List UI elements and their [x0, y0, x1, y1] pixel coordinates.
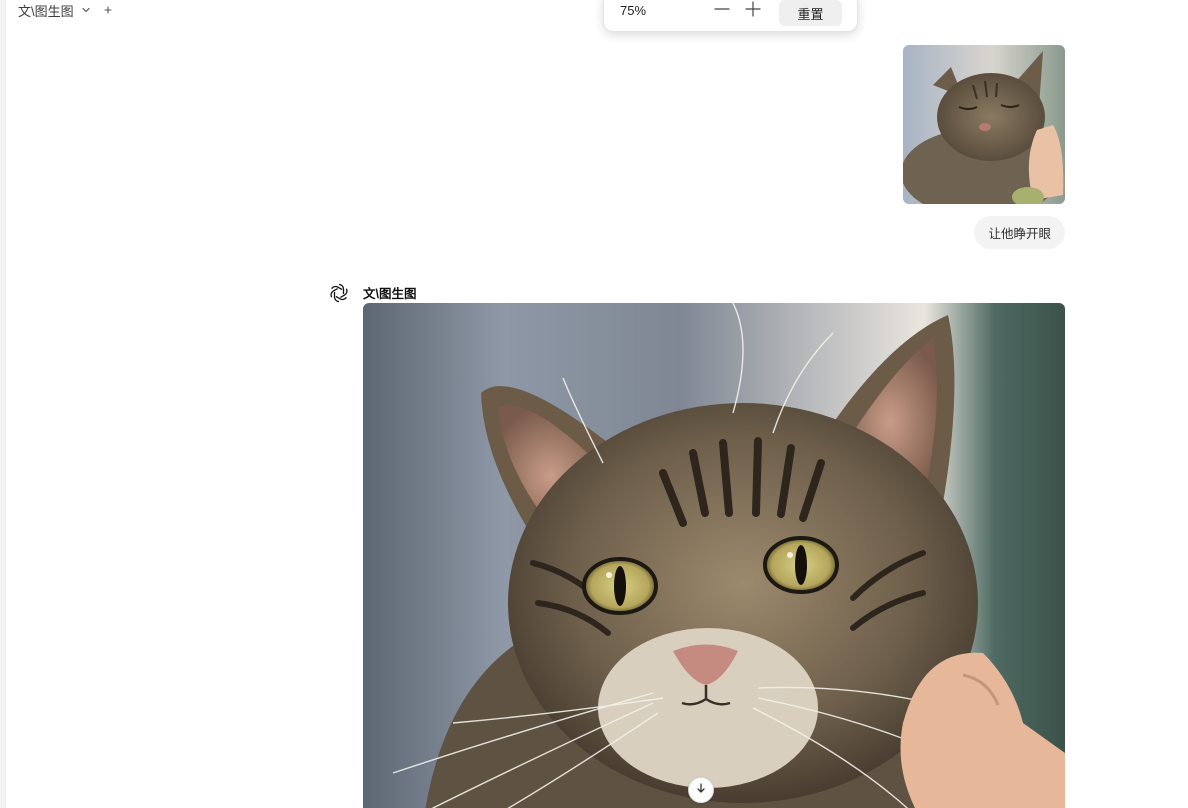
zoom-level: 75% — [620, 3, 647, 18]
user-message-bubble: 让他睁开眼 — [974, 216, 1065, 249]
arrow-down-icon — [695, 781, 707, 799]
generated-image[interactable] — [363, 303, 1065, 808]
sleeping-cat-image — [903, 45, 1065, 204]
zoom-popover: 75% 重置 — [603, 0, 858, 32]
minus-icon[interactable] — [714, 1, 730, 17]
zoom-reset-button[interactable]: 重置 — [779, 0, 842, 26]
assistant-name: 文\图生图 — [363, 287, 417, 301]
user-uploaded-image[interactable] — [903, 45, 1065, 204]
awake-cat-image — [363, 303, 1065, 808]
sidebar-edge — [0, 0, 6, 808]
plus-icon[interactable] — [745, 1, 761, 17]
new-chat-plus-icon[interactable] — [103, 5, 113, 15]
model-selector[interactable]: 文\图生图 — [18, 1, 113, 19]
chevron-down-icon[interactable] — [80, 4, 92, 16]
model-name[interactable]: 文\图生图 — [18, 1, 74, 20]
openai-logo-icon — [327, 281, 351, 305]
scroll-down-button[interactable] — [688, 777, 714, 803]
